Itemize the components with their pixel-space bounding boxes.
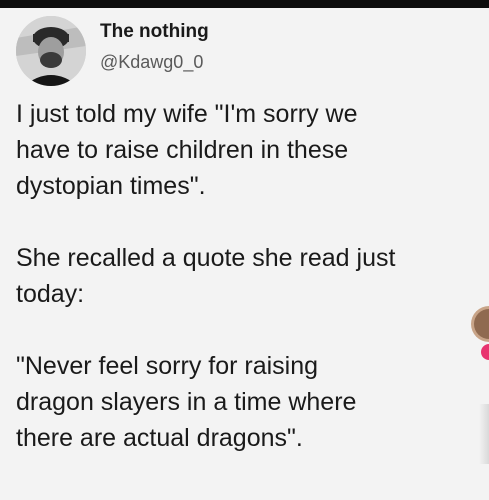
display-name[interactable]: The nothing bbox=[100, 20, 209, 44]
tweet-line: dragon slayers in a time where bbox=[16, 388, 357, 416]
tweet-author: The nothing @Kdawg0_0 bbox=[100, 20, 209, 74]
avatar-image bbox=[16, 16, 86, 86]
tweet-line: She recalled a quote she read just bbox=[16, 244, 396, 272]
tweet-line: "Never feel sorry for raising bbox=[16, 352, 319, 380]
top-border bbox=[0, 0, 489, 8]
tweet-line: have to raise children in these bbox=[16, 136, 349, 164]
tweet-header: The nothing @Kdawg0_0 bbox=[16, 16, 209, 86]
avatar[interactable] bbox=[16, 16, 86, 86]
tweet-text: I just told my wife "I'm sorry we have t… bbox=[16, 96, 486, 456]
tweet-line: dystopian times". bbox=[16, 172, 206, 200]
user-handle[interactable]: @Kdawg0_0 bbox=[100, 50, 209, 74]
edge-shadow bbox=[479, 404, 489, 464]
profile-bubble-icon[interactable] bbox=[465, 304, 489, 364]
tweet-card: The nothing @Kdawg0_0 I just told my wif… bbox=[0, 8, 489, 500]
tweet-line: there are actual dragons". bbox=[16, 424, 303, 452]
tweet-line: today: bbox=[16, 280, 85, 308]
tweet-line: I just told my wife "I'm sorry we bbox=[16, 100, 358, 128]
